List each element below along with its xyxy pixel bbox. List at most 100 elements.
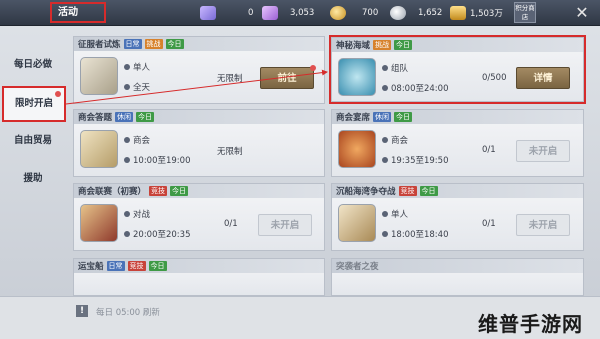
versus-icon [124,211,130,217]
activity-time: 全天 [124,81,150,93]
card-title: 征服者试炼 [78,40,121,50]
go-button[interactable]: 前往 [260,65,316,89]
activity-card-banquet[interactable]: 商会宴席 休闲 今日 商会 19:35至19:50 0/1 未开启 [331,109,584,177]
close-icon[interactable]: ✕ [572,3,592,23]
info-icon: ! [76,305,88,317]
activity-type: 单人 [124,61,150,73]
activity-type: 单人 [382,208,408,220]
activity-card-guild-league[interactable]: 商会联赛（初赛） 竞技 今日 对战 20:00至20:35 0/1 未开启 [73,183,325,251]
resource-value: 3,053 [290,8,315,18]
notification-dot [310,65,316,71]
activity-type: 商会 [124,134,150,146]
page-title: 活动 [50,2,106,23]
card-header: 突袭者之夜 [332,259,583,273]
resource-value: 1,652 [418,8,443,18]
activity-card-raider-night[interactable]: 突袭者之夜 [331,258,584,296]
activity-type: 对战 [124,208,150,220]
score-shop-button[interactable]: 积分商店 [514,2,536,23]
top-bar: 活动 0 3,053 700 1,652 1,503万 积分商店 ✕ [0,0,600,26]
resource-gold: 700 [330,4,378,22]
resource-ingot: 1,503万 [450,4,503,22]
card-header: 商会联赛（初赛） 竞技 今日 [74,184,324,198]
activity-type-text: 商会 [133,136,151,146]
activity-type-text: 组队 [391,64,409,74]
tag-today: 今日 [148,261,167,271]
guild-icon [382,137,388,143]
activity-card-conqueror[interactable]: 征服者试炼 日常 挑战 今日 单人 全天 无限制 前往 [73,36,325,104]
activity-type-text: 单人 [391,210,409,220]
gold-coin-icon [330,6,346,20]
clock-icon [124,84,130,90]
card-title: 沉船海湾争夺战 [336,187,396,197]
sidebar-item-daily[interactable]: 每日必做 [4,50,62,80]
details-button[interactable]: 详情 [516,67,570,89]
card-header: 征服者试炼 日常 挑战 今日 [74,37,324,51]
silver-coin-icon [390,6,406,20]
clock-icon [382,231,388,237]
wave-icon [338,58,376,96]
activity-time: 08:00至24:00 [382,82,449,94]
activity-time-text: 20:00至20:35 [133,230,191,240]
card-header: 神秘海域 挑战 今日 [332,38,583,52]
go-button-label: 前往 [277,73,297,84]
violet-gem-icon [262,6,278,20]
activity-type-text: 对战 [133,210,151,220]
activity-time: 18:00至18:40 [382,228,449,240]
resource-gem-purple: 0 [200,4,253,22]
sidebar-item-label: 限时开启 [14,98,53,109]
tag-daily: 日常 [123,39,142,49]
refresh-notice: 每日 05:00 刷新 [96,308,160,318]
activity-time-text: 08:00至24:00 [391,84,449,94]
activity-count: 0/1 [482,219,496,229]
not-open-button[interactable]: 未开启 [258,214,312,236]
not-open-button[interactable]: 未开启 [516,140,570,162]
guild-icon [124,137,130,143]
resource-silver: 1,652 [390,4,442,22]
sidebar-item-aid[interactable]: 援助 [4,164,62,194]
roast-dish-icon [338,130,376,168]
tag-today: 今日 [419,186,438,196]
card-header: 商会宴席 休闲 今日 [332,110,583,124]
activity-card-wreck-bay[interactable]: 沉船海湾争夺战 竞技 今日 单人 18:00至18:40 0/1 未开启 [331,183,584,251]
activity-screen: 活动 0 3,053 700 1,652 1,503万 积分商店 ✕ 每日必做 … [0,0,600,339]
notification-dot [55,91,61,97]
tag-today: 今日 [394,112,413,122]
tag-challenge: 挑战 [373,40,392,50]
activity-type: 商会 [382,134,408,146]
tag-pvp: 竞技 [127,261,146,271]
resource-value: 0 [248,8,254,18]
card-title: 商会联赛（初赛） [78,187,147,197]
tag-casual: 休闲 [373,112,392,122]
card-title: 商会宴席 [336,113,371,123]
card-title: 商会答题 [78,113,113,123]
team-icon [382,65,388,71]
person-icon [382,211,388,217]
sidebar-item-limited[interactable]: 限时开启 [2,86,66,122]
activity-time: 10:00至19:00 [124,154,191,166]
shield-emblem-icon [80,204,118,242]
gold-ingot-icon [450,6,466,20]
tag-today: 今日 [170,186,189,196]
horn-icon [338,204,376,242]
activity-time-text: 10:00至19:00 [133,156,191,166]
activity-time-text: 18:00至18:40 [391,230,449,240]
not-open-button[interactable]: 未开启 [516,214,570,236]
tag-challenge: 挑战 [144,39,163,49]
resource-value: 700 [362,8,379,18]
clock-icon [124,157,130,163]
card-title: 运宝船 [78,262,104,272]
activity-card-quiz[interactable]: 商会答题 休闲 今日 商会 10:00至19:00 无限制 [73,109,325,177]
activity-card-treasure-ship[interactable]: 运宝船 日常 竞技 今日 [73,258,325,296]
tag-casual: 休闲 [115,112,134,122]
activity-limit: 无限制 [217,74,243,84]
scroll-icon [80,130,118,168]
activity-card-mystic-sea[interactable]: 神秘海域 挑战 今日 组队 08:00至24:00 0/500 详情 [331,37,584,102]
clock-icon [382,157,388,163]
card-title: 神秘海域 [336,41,371,51]
sidebar-item-trade[interactable]: 自由贸易 [4,126,62,156]
tag-today: 今日 [136,112,155,122]
tag-today: 今日 [165,39,184,49]
activity-limit: 无限制 [217,147,243,157]
crossed-swords-icon [80,57,118,95]
resource-value: 1,503万 [470,9,503,19]
